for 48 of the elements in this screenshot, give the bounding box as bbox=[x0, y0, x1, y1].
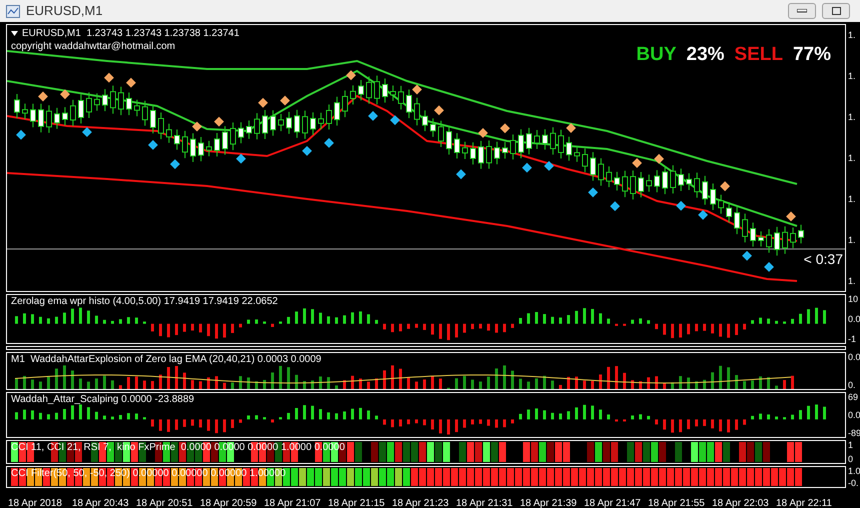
indicator-axis-label: -1 bbox=[848, 334, 858, 344]
indicator-title: M1 WaddahAttarExplosion of Zero lag EMA (20,40,21) 0.0003 0.0009 bbox=[11, 354, 322, 366]
chart-window-icon bbox=[6, 4, 20, 18]
minimize-icon bbox=[797, 9, 807, 13]
dropdown-triangle-icon bbox=[11, 31, 18, 36]
time-axis-label: 18 Apr 21:31 bbox=[456, 498, 513, 508]
price-axis-label: 1. bbox=[848, 112, 857, 122]
chart-symbol-header: EURUSD,M1 1.23743 1.23743 1.23738 1.23741 bbox=[22, 27, 240, 41]
indicator-axis-label: 0.0 bbox=[848, 352, 860, 362]
time-axis-label: 18 Apr 20:51 bbox=[136, 498, 193, 508]
sell-percent: 77% bbox=[792, 43, 831, 67]
indicator-axis-label: 69 bbox=[848, 392, 860, 402]
time-axis-label: 18 Apr 21:55 bbox=[648, 498, 705, 508]
price-axis-label: 1. bbox=[848, 30, 857, 40]
indicator-title: Zerolag ema wpr histo (4.00,5.00) 17.9419 17.9419 22.0652 bbox=[11, 296, 278, 308]
copyright-text: copyright waddahwttar@hotmail.com bbox=[11, 40, 176, 54]
time-axis-label: 18 Apr 21:47 bbox=[584, 498, 641, 508]
price-axis-label: 1. bbox=[848, 153, 857, 163]
price-axis-label: 1. bbox=[848, 235, 857, 245]
indicator-axis-label: -0. bbox=[848, 478, 860, 488]
buy-label: BUY bbox=[636, 43, 676, 67]
time-axis-label: 18 Apr 20:43 bbox=[72, 498, 129, 508]
price-axis-label: 1. bbox=[848, 194, 857, 204]
time-axis-label: 18 Apr 2018 bbox=[8, 498, 62, 508]
sell-label: SELL bbox=[734, 43, 783, 67]
indicator-axis-label: 1.0 bbox=[848, 466, 860, 476]
time-axis-label: 18 Apr 21:07 bbox=[264, 498, 321, 508]
time-axis-label: 18 Apr 21:15 bbox=[328, 498, 385, 508]
indicator-title: Waddah_Attar_Scalping 0.0000 -23.8889 bbox=[11, 394, 194, 406]
indicator-axis-label: 0.0 bbox=[848, 410, 860, 420]
buy-percent: 23% bbox=[686, 43, 724, 67]
time-axis-label: 18 Apr 20:59 bbox=[200, 498, 257, 508]
indicator-axis-label: 10 bbox=[848, 294, 860, 304]
window-title: EURUSD,M1 bbox=[26, 2, 103, 20]
price-axis-label: 1. bbox=[848, 276, 857, 286]
countdown-timer: < 0:37 bbox=[804, 251, 843, 267]
indicator-axis-label: 1 bbox=[848, 440, 854, 450]
time-axis-label: 18 Apr 22:03 bbox=[712, 498, 769, 508]
indicator-axis-label: 0 bbox=[848, 454, 854, 464]
restore-button[interactable] bbox=[822, 3, 850, 19]
indicator-axis-label: 0.0 bbox=[848, 314, 860, 324]
restore-icon bbox=[832, 7, 840, 15]
minimize-button[interactable] bbox=[788, 3, 816, 19]
time-axis-label: 18 Apr 21:23 bbox=[392, 498, 449, 508]
time-axis-label: 18 Apr 21:39 bbox=[520, 498, 577, 508]
indicator-axis-label: 0. bbox=[848, 380, 857, 390]
time-axis-label: 18 Apr 22:11 bbox=[776, 498, 832, 508]
price-axis-label: 1. bbox=[848, 71, 857, 81]
